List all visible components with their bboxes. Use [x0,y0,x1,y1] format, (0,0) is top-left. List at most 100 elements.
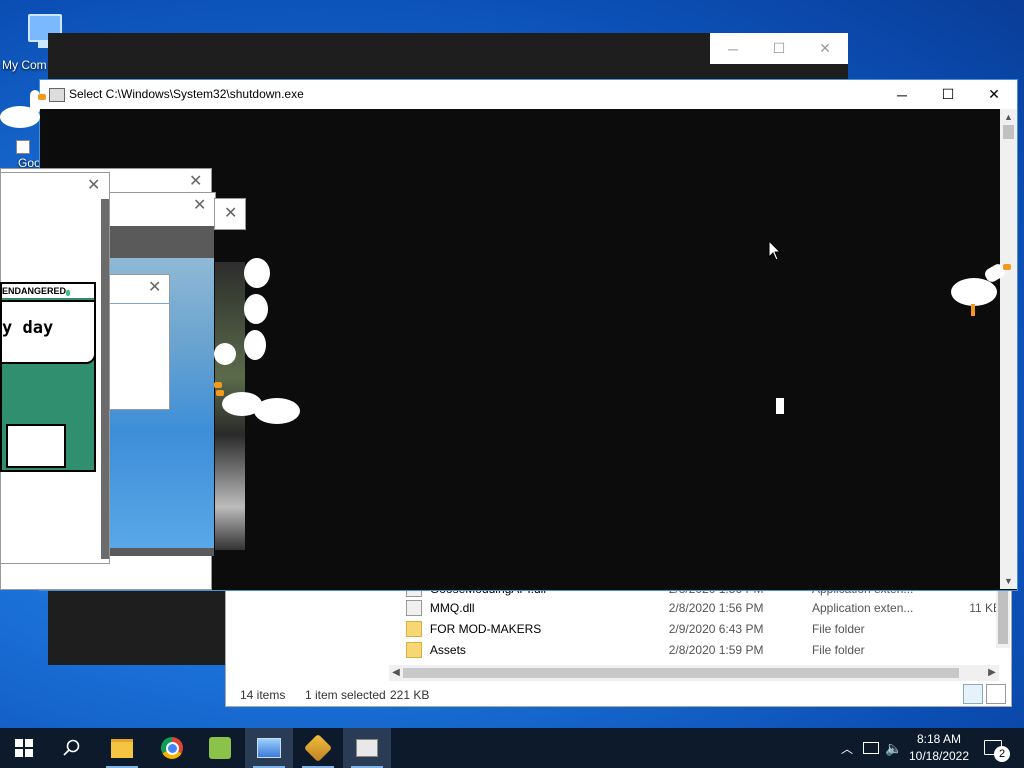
close-icon[interactable]: ✕ [87,175,100,195]
comic-panel: ENDANGERED y day [0,282,96,472]
scrollbar-thumb[interactable] [998,586,1008,644]
clock[interactable]: 8:18 AM 10/18/2022 [908,728,970,768]
file-date: 2/8/2020 1:59 PM [668,642,764,657]
show-hidden-icons-button[interactable]: ︿ [838,728,856,768]
background-window-caption: ─ ☐ ✕ [710,33,848,64]
folder-icon [111,738,133,758]
dialog-window: ✕ [104,192,216,230]
horizontal-scrollbar[interactable]: ◀ ▶ [389,665,999,681]
photos-icon [257,738,281,758]
taskbar-chrome[interactable] [148,728,196,768]
notification-badge: 2 [994,746,1010,762]
close-icon[interactable]: ✕ [193,195,206,215]
minimize-button[interactable]: ─ [879,80,925,109]
taskbar-console[interactable] [343,728,391,768]
file-type: File folder [811,642,865,657]
goose-body [214,343,236,365]
volume-icon[interactable]: 🔈 [884,728,904,768]
file-row[interactable]: Assets 2/8/2020 1:59 PM File folder [401,639,1001,660]
close-button[interactable]: ✕ [802,33,848,64]
vertical-scrollbar[interactable] [996,586,1010,648]
desktop-icon-my-computer[interactable]: My Com [0,8,62,78]
file-date: 2/9/2020 6:43 PM [668,621,764,636]
console-scrollbar[interactable]: ▲ ▼ [1000,109,1017,589]
dll-file-icon [406,599,422,616]
selection-size: 221 KB [390,688,430,702]
close-icon[interactable]: ✕ [148,277,161,297]
goose-body [951,278,997,306]
scroll-right-icon[interactable]: ▶ [985,665,999,681]
scroll-left-icon[interactable]: ◀ [389,665,403,681]
windows-logo-icon [15,739,33,757]
file-name: Assets [429,642,466,657]
notepad-plus-icon [209,737,231,759]
file-date: 2/8/2020 1:56 PM [668,600,764,615]
goose-beak [214,382,222,388]
search-button[interactable] [48,728,96,768]
tools-icon [303,733,333,763]
chevron-up-icon: ︿ [840,741,853,756]
goose-sprite[interactable] [0,88,50,138]
dialog-window: ✕ [106,274,170,410]
goose-flock[interactable] [214,378,314,438]
scroll-down-icon[interactable]: ▼ [1000,573,1017,589]
scrollbar-thumb[interactable] [403,668,959,678]
file-row[interactable]: MMQ.dll 2/8/2020 1:56 PM Application ext… [401,597,1001,618]
close-icon[interactable]: ✕ [189,171,202,191]
maximize-button[interactable]: ☐ [925,80,971,109]
scrollbar-thumb[interactable] [1003,125,1014,139]
console-app-icon [49,88,65,102]
file-explorer-window: GooseModdingAPI.dll 2/8/2020 1:56 PM App… [225,580,1012,707]
folder-icon [406,620,422,637]
taskbar-notepad-plus[interactable] [196,728,244,768]
status-bar: 14 items 1 item selected 221 KB [226,684,1011,706]
goose-beak [38,94,46,100]
file-name: FOR MOD-MAKERS [429,621,542,636]
file-name: MMQ.dll [429,600,475,615]
goose-body [254,398,300,424]
console-titlebar[interactable]: Select C:\Windows\System32\shutdown.exe … [40,80,1017,109]
notification-center-button[interactable]: 2 [980,728,1012,768]
file-type: Application exten... [811,600,914,615]
mouse-pointer-icon [768,240,782,261]
goose-body [244,294,268,324]
comic-header: ENDANGERED [2,284,94,298]
start-button[interactable] [0,728,48,768]
file-type: File folder [811,621,865,636]
file-row[interactable]: FOR MOD-MAKERS 2/9/2020 6:43 PM File fol… [401,618,1001,639]
details-view-icon[interactable] [963,684,983,704]
goose-beak [1003,264,1011,270]
network-icon[interactable] [862,728,880,768]
taskbar-file-explorer[interactable] [98,728,146,768]
close-button[interactable]: ✕ [971,80,1017,109]
desktop: My Com Goo ─ ☐ ✕ GooseModdingAPI.dll 2/8… [0,0,1024,728]
minimize-button[interactable]: ─ [710,33,756,64]
text-cursor [776,398,784,414]
desktop-icon-label: My Com [2,58,47,72]
taskbar-photos[interactable] [245,728,293,768]
chrome-icon [161,737,183,759]
taskbar: ︿ 🔈 8:18 AM 10/18/2022 2 [0,728,1024,768]
maximize-button[interactable]: ☐ [756,33,802,64]
clock-date: 10/18/2022 [908,749,970,763]
dialog-window: ✕ [214,198,246,230]
close-icon[interactable]: ✕ [224,203,237,223]
taskbar-tools[interactable] [294,728,342,768]
goose-body [244,330,266,360]
file-size: 11 KB [969,600,1001,615]
console-icon [356,739,378,757]
goose-body [244,258,270,288]
divider [107,303,169,304]
comic-scroll-drawing [6,424,66,468]
selection-count: 1 item selected [305,688,386,702]
clock-time: 8:18 AM [916,732,962,746]
item-count: 14 items [240,688,286,702]
goose-stack[interactable] [244,258,274,368]
comic-header-text: ENDANGERED [2,286,67,296]
search-icon [63,739,80,756]
goose-beak [216,390,224,396]
scroll-up-icon[interactable]: ▲ [1000,109,1017,125]
goose-leg [971,304,975,316]
preview-view-icon[interactable] [986,684,1006,704]
goose-sprite[interactable] [945,258,1015,320]
